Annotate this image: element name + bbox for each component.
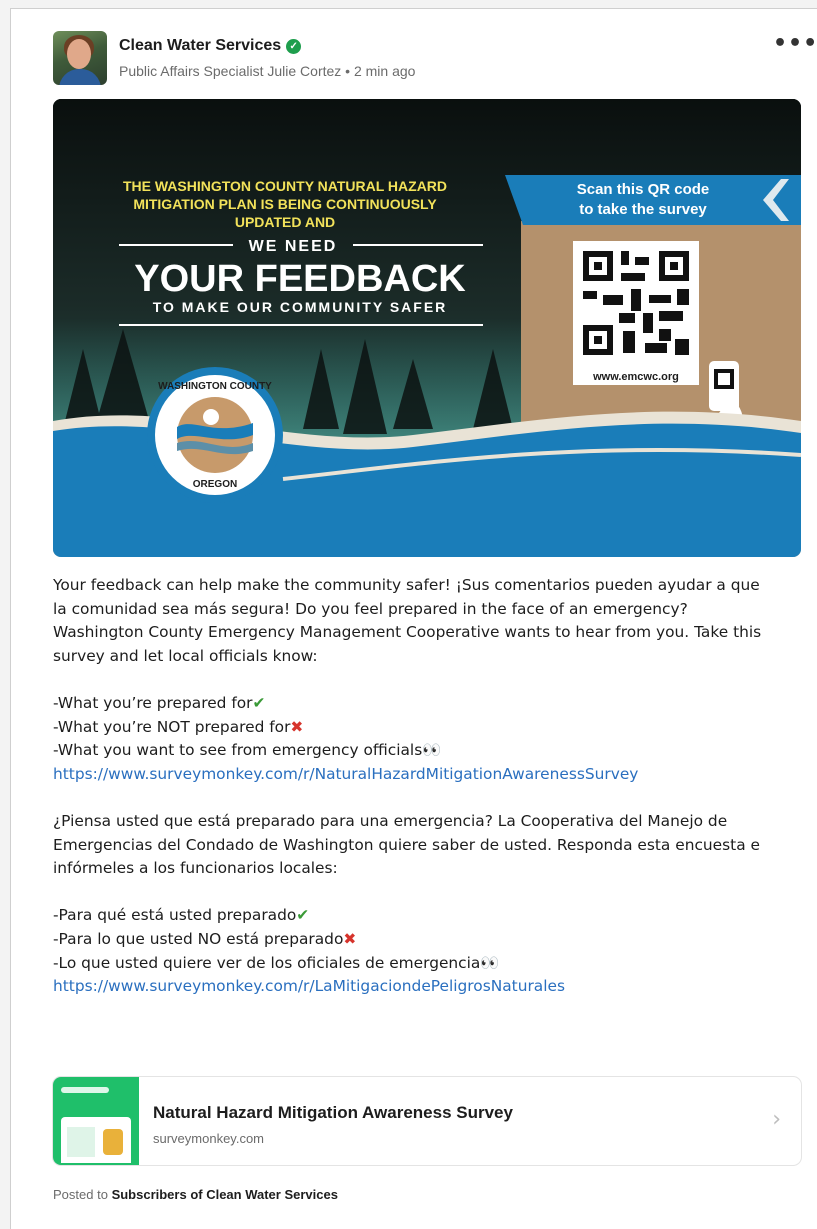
link-thumbnail	[53, 1077, 139, 1165]
cross-icon: ✖	[343, 929, 357, 948]
headline-line-1: THE WASHINGTON COUNTY NATURAL HAZARD	[123, 178, 447, 194]
check-icon: ✔	[296, 906, 310, 925]
surveymonkey-logo	[61, 1087, 109, 1093]
seal-top-text: WASHINGTON COUNTY	[158, 381, 272, 392]
qr-code	[573, 241, 699, 365]
washington-county-seal: WASHINGTON COUNTY OREGON	[147, 367, 283, 503]
thumbnail-screen	[61, 1117, 131, 1163]
check-icon: ✔	[252, 693, 266, 712]
chevron-right-icon[interactable]: ›	[772, 1107, 781, 1132]
we-need-text: WE NEED	[249, 238, 338, 255]
author-name[interactable]: Clean Water Services	[119, 37, 281, 55]
link-card-domain: surveymonkey.com	[153, 1131, 265, 1146]
link-card-title[interactable]: Natural Hazard Mitigation Awareness Surv…	[153, 1103, 513, 1123]
qr-url: www.emcwc.org	[592, 371, 679, 383]
posted-to-line: Posted to Subscribers of Clean Water Ser…	[53, 1187, 338, 1202]
qr-banner-line1: Scan this QR code	[577, 181, 710, 198]
survey-link-spanish[interactable]: https://www.surveymonkey.com/r/LaMitigac…	[53, 977, 565, 995]
post-body: Your feedback can help make the communit…	[53, 574, 773, 999]
author-name-row: Clean Water Services ✓	[119, 37, 302, 55]
verified-check-icon: ✓	[286, 38, 302, 54]
list-item: -What you want to see from emergency off…	[53, 741, 442, 760]
posted-to-audience[interactable]: Subscribers of Clean Water Services	[112, 1187, 338, 1202]
qr-banner-line2: to take the survey	[579, 201, 707, 218]
post-header: Clean Water Services ✓ Public Affairs Sp…	[53, 31, 817, 91]
avatar-shirt	[59, 69, 101, 85]
avatar-face	[67, 39, 91, 69]
post-intro: Your feedback can help make the communit…	[53, 576, 762, 665]
tagline-text: TO MAKE OUR COMMUNITY SAFER	[153, 299, 448, 315]
post-subtitle: Public Affairs Specialist Julie Cortez •…	[119, 63, 416, 79]
survey-link-english[interactable]: https://www.surveymonkey.com/r/NaturalHa…	[53, 765, 638, 783]
seal-bottom-text: OREGON	[193, 479, 237, 490]
post-card: Clean Water Services ✓ Public Affairs Sp…	[10, 8, 817, 1229]
headline-line-3: UPDATED AND	[235, 214, 335, 230]
binoculars-icon: 👀	[422, 741, 442, 760]
binoculars-icon: 👀	[480, 953, 500, 972]
post-image[interactable]: Scan this QR code to take the survey www…	[53, 99, 801, 557]
list-item: -What you’re NOT prepared for✖	[53, 717, 304, 736]
post-intro-spanish: ¿Piensa usted que está preparado para un…	[53, 811, 760, 878]
posted-to-prefix: Posted to	[53, 1187, 108, 1202]
list-item: -Para lo que usted NO está preparado✖	[53, 929, 357, 948]
more-options-button[interactable]: •••	[773, 33, 817, 57]
link-preview-card[interactable]: Natural Hazard Mitigation Awareness Surv…	[53, 1077, 801, 1165]
list-item: -What you’re prepared for✔	[53, 693, 266, 712]
your-feedback-text: YOUR FEEDBACK	[134, 258, 466, 300]
headline-line-2: MITIGATION PLAN IS BEING CONTINUOUSLY	[133, 196, 437, 212]
list-item: -Para qué está usted preparado✔	[53, 906, 310, 925]
hazard-plan-graphic: Scan this QR code to take the survey www…	[53, 99, 801, 557]
cross-icon: ✖	[290, 717, 304, 736]
list-item: -Lo que usted quiere ver de los oficiale…	[53, 953, 500, 972]
author-avatar[interactable]	[53, 31, 107, 85]
